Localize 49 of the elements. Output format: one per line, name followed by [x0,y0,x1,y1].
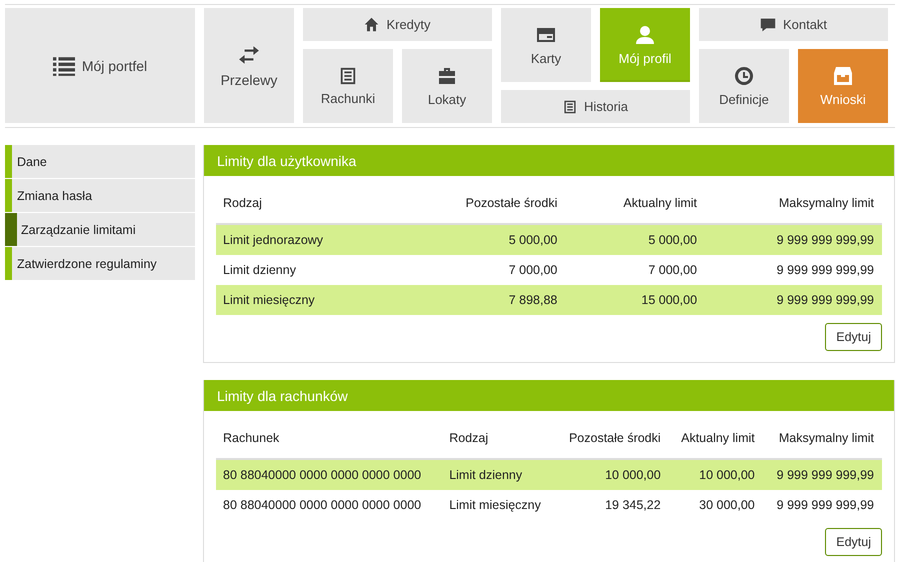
home-icon [364,17,380,32]
sidebar-item[interactable]: Zmiana hasła [5,179,195,212]
nav-tile[interactable]: Mój portfel [5,8,195,123]
edit-button[interactable]: Edytuj [825,323,882,351]
table-cell: 10 000,00 [555,459,669,490]
panel-title: Limity dla rachunków [204,380,894,411]
table-cell: 80 88040000 0000 0000 0000 0000 [216,490,442,520]
table-cell: 80 88040000 0000 0000 0000 0000 [216,459,442,490]
list-icon [52,54,75,76]
nav-tile[interactable]: Kredyty [303,8,492,41]
user-icon [635,24,655,44]
table-cell: 9 999 999 999,99 [762,490,882,520]
table-cell: Limit dzienny [216,255,398,285]
table-cell: 9 999 999 999,99 [762,459,882,490]
table-cell: Limit jednorazowy [216,224,398,255]
transfer-arrows-icon [238,44,260,66]
nav-tile[interactable]: Rachunki [303,49,393,123]
table-cell: Limit dzienny [442,459,556,490]
inbox-icon [833,66,853,86]
clock-icon [734,66,754,86]
table-cell: 7 000,00 [397,255,566,285]
document-list-icon [562,100,577,114]
nav-tile[interactable]: Kontakt [699,8,888,41]
nav-tile[interactable]: Historia [501,90,690,123]
briefcase-icon [437,66,457,86]
table-cell: 7 898,88 [397,285,566,315]
nav-tile[interactable]: Przelewy [204,8,294,123]
table-cell: 10 000,00 [668,459,763,490]
table-cell: Limit miesięczny [216,285,398,315]
sidebar-item[interactable]: Zarządzanie limitami [5,213,195,246]
table-cell: 7 000,00 [565,255,706,285]
table-cell: 5 000,00 [565,224,706,255]
table-cell: 19 345,22 [555,490,669,520]
table-cell: 9 999 999 999,99 [705,255,882,285]
edit-button[interactable]: Edytuj [825,528,882,556]
table-cell: 5 000,00 [397,224,566,255]
sidebar-item[interactable]: Dane [5,145,195,178]
table-cell: 30 000,00 [668,490,763,520]
table-cell: Limit miesięczny [442,490,556,520]
table-cell: 15 000,00 [565,285,706,315]
nav-tile[interactable]: Definicje [699,49,789,123]
sidebar-item[interactable]: Zatwierdzone regulaminy [5,247,195,280]
table-cell: 9 999 999 999,99 [705,285,882,315]
chat-bubble-icon [760,16,776,32]
nav-tile[interactable]: Karty [501,8,591,82]
document-list-icon [339,66,357,84]
table-cell: 9 999 999 999,99 [705,224,882,255]
nav-tile[interactable]: Lokaty [402,49,492,123]
panel-title: Limity dla użytkownika [204,145,894,176]
